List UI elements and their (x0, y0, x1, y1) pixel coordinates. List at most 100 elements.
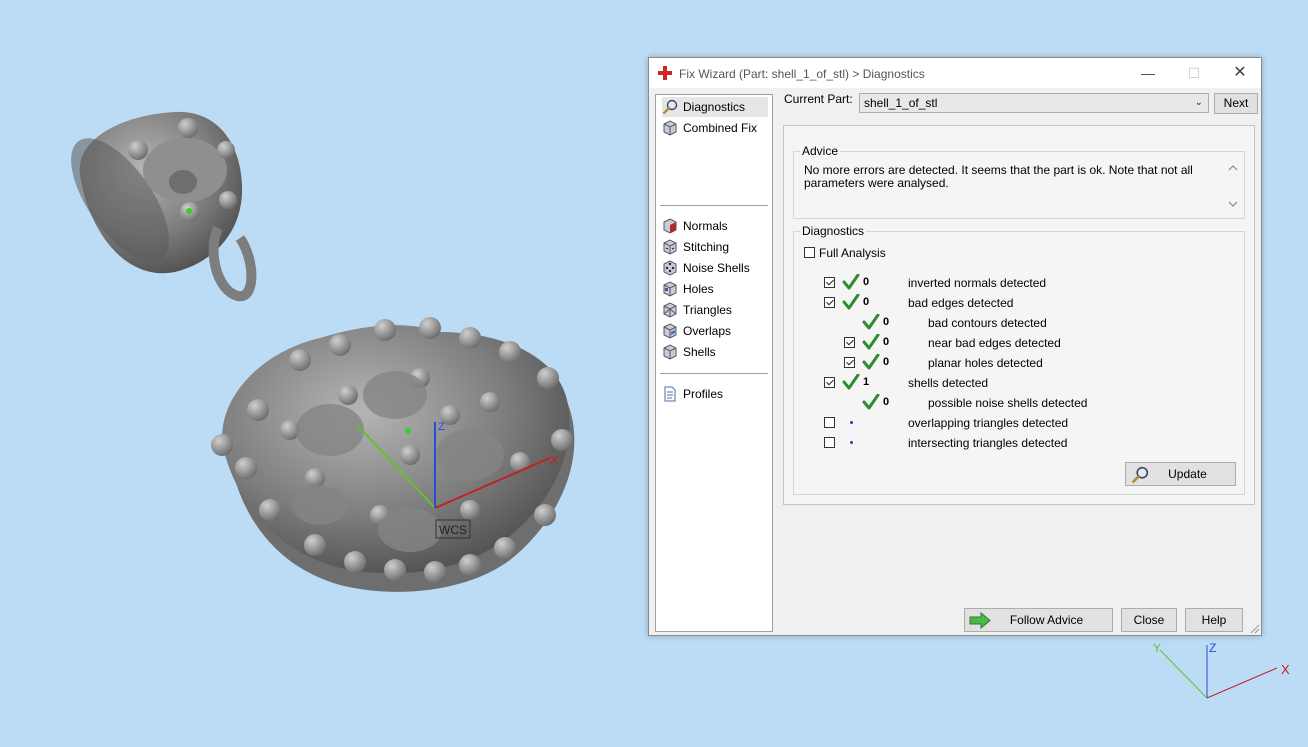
normals-cube-icon (663, 218, 677, 234)
diagnostic-label: bad edges detected (908, 296, 1014, 310)
diagnostics-title: Diagnostics (800, 224, 867, 238)
nav-item-normals[interactable]: Normals (662, 216, 768, 236)
diagnostics-group: Diagnostics Full Analysis 0 inverted norm… (793, 224, 1245, 495)
check-ok-icon (862, 314, 880, 330)
nav-item-stitching[interactable]: Stitching (662, 237, 768, 257)
check-ok-icon (862, 394, 880, 410)
triad-x-label: X (1281, 662, 1290, 677)
check-ok-icon (842, 274, 860, 290)
diagnostic-checkbox[interactable] (844, 337, 855, 348)
magnifier-icon (1131, 466, 1149, 484)
title-bar[interactable]: Fix Wizard (Part: shell_1_of_stl) > Diag… (649, 58, 1261, 88)
nav-item-label: Overlaps (683, 324, 732, 338)
diagnostics-panel: Advice No more errors are detected. It s… (783, 125, 1255, 505)
close-button[interactable]: Close (1121, 608, 1177, 632)
check-ok-icon (842, 374, 860, 390)
current-part-select[interactable]: shell_1_of_stl ⌄ (859, 93, 1209, 113)
nav-item-label: Stitching (683, 240, 730, 254)
dice-icon (663, 260, 677, 276)
current-part-value: shell_1_of_stl (864, 96, 938, 110)
diagnostic-checkbox[interactable] (824, 417, 835, 428)
follow-advice-button[interactable]: Follow Advice (964, 608, 1113, 632)
diagnostic-checkbox[interactable] (824, 297, 835, 308)
diagnostic-count: 0 (883, 316, 890, 328)
triad-z-label: Z (1209, 641, 1216, 655)
diagnostic-checkbox[interactable] (824, 377, 835, 388)
wcs-x-label: X (550, 453, 558, 467)
nav-item-triangles[interactable]: Triangles (662, 300, 768, 320)
nav-item-shells[interactable]: Shells (662, 342, 768, 362)
shells-cube-icon (663, 344, 677, 360)
nav-item-diagnostics[interactable]: Diagnostics (662, 97, 768, 117)
triad-y-label: Y (1153, 641, 1161, 655)
advice-scrollbar[interactable] (1226, 162, 1240, 210)
red-cross-icon (658, 66, 672, 80)
nav-separator (660, 205, 768, 206)
follow-advice-label: Follow Advice (1009, 613, 1084, 627)
diagnostic-checkbox[interactable] (824, 277, 835, 288)
full-analysis-checkbox[interactable] (804, 247, 815, 258)
diagnostic-checkbox[interactable] (824, 437, 835, 448)
triangles-cube-icon (663, 302, 677, 318)
diagnostic-count: 0 (883, 336, 890, 348)
fix-nav-list: Diagnostics Combined Fix Normals Stitchi… (655, 94, 773, 632)
diagnostic-label: bad contours detected (928, 316, 1047, 330)
nav-item-label: Diagnostics (683, 100, 746, 114)
nav-item-label: Shells (683, 345, 716, 359)
diagnostic-count: 1 (863, 376, 870, 388)
not-analysed-icon (850, 421, 853, 424)
magnifier-icon (662, 99, 678, 115)
nav-item-holes[interactable]: Holes (662, 279, 768, 299)
maximize-button[interactable]: ☐ (1171, 58, 1217, 88)
nav-item-label: Triangles (683, 303, 732, 317)
close-window-button[interactable]: ✕ (1217, 58, 1263, 88)
check-ok-icon (842, 294, 860, 310)
nav-item-label: Profiles (683, 387, 724, 401)
help-button[interactable]: Help (1185, 608, 1243, 632)
heart-pendant-model: Z X WCS (211, 317, 575, 592)
overlaps-cube-icon (663, 323, 677, 339)
diagnostic-label: near bad edges detected (928, 336, 1061, 350)
nav-item-label: Noise Shells (683, 261, 750, 275)
advice-text: No more errors are detected. It seems th… (804, 163, 1193, 190)
nav-item-noise-shells[interactable]: Noise Shells (662, 258, 768, 278)
diagnostic-label: possible noise shells detected (928, 396, 1088, 410)
diagnostic-count: 0 (883, 396, 890, 408)
diagnostic-label: overlapping triangles detected (908, 416, 1069, 430)
update-button[interactable]: Update (1125, 462, 1236, 486)
nav-item-label: Combined Fix (683, 121, 758, 135)
diagnostic-label: intersecting triangles detected (908, 436, 1068, 450)
advice-title: Advice (800, 144, 841, 158)
stitching-cube-icon (663, 239, 677, 255)
bail-model (71, 111, 257, 302)
next-button[interactable]: Next (1214, 93, 1258, 114)
nav-item-profiles[interactable]: Profiles (662, 384, 768, 404)
full-analysis-label: Full Analysis (819, 246, 886, 260)
window-title: Fix Wizard (Part: shell_1_of_stl) > Diag… (679, 67, 925, 81)
document-icon (664, 386, 676, 402)
diagnostic-count: 0 (863, 296, 870, 308)
nav-item-label: Normals (683, 219, 728, 233)
diagnostic-label: shells detected (908, 376, 989, 390)
arrow-right-icon (969, 612, 991, 629)
not-analysed-icon (850, 441, 853, 444)
holes-cube-icon (663, 281, 677, 297)
nav-item-overlaps[interactable]: Overlaps (662, 321, 768, 341)
cube-icon (663, 120, 677, 136)
view-axis-triad: Y Z X (1153, 641, 1290, 699)
diagnostic-count: 0 (883, 356, 890, 368)
resize-grip-icon[interactable] (1250, 624, 1260, 634)
diagnostic-count: 0 (863, 276, 870, 288)
nav-separator (660, 373, 768, 374)
check-ok-icon (862, 334, 880, 350)
update-label: Update (1168, 467, 1207, 481)
nav-item-combined-fix[interactable]: Combined Fix (662, 118, 768, 138)
fix-wizard-dialog: Fix Wizard (Part: shell_1_of_stl) > Diag… (648, 57, 1262, 636)
minimize-button[interactable]: — (1125, 58, 1171, 88)
wcs-label: WCS (439, 523, 467, 537)
advice-group: Advice No more errors are detected. It s… (793, 144, 1245, 219)
nav-item-label: Holes (683, 282, 714, 296)
current-part-label: Current Part: (784, 92, 853, 106)
chevron-down-icon: ⌄ (1194, 97, 1203, 108)
diagnostic-checkbox[interactable] (844, 357, 855, 368)
